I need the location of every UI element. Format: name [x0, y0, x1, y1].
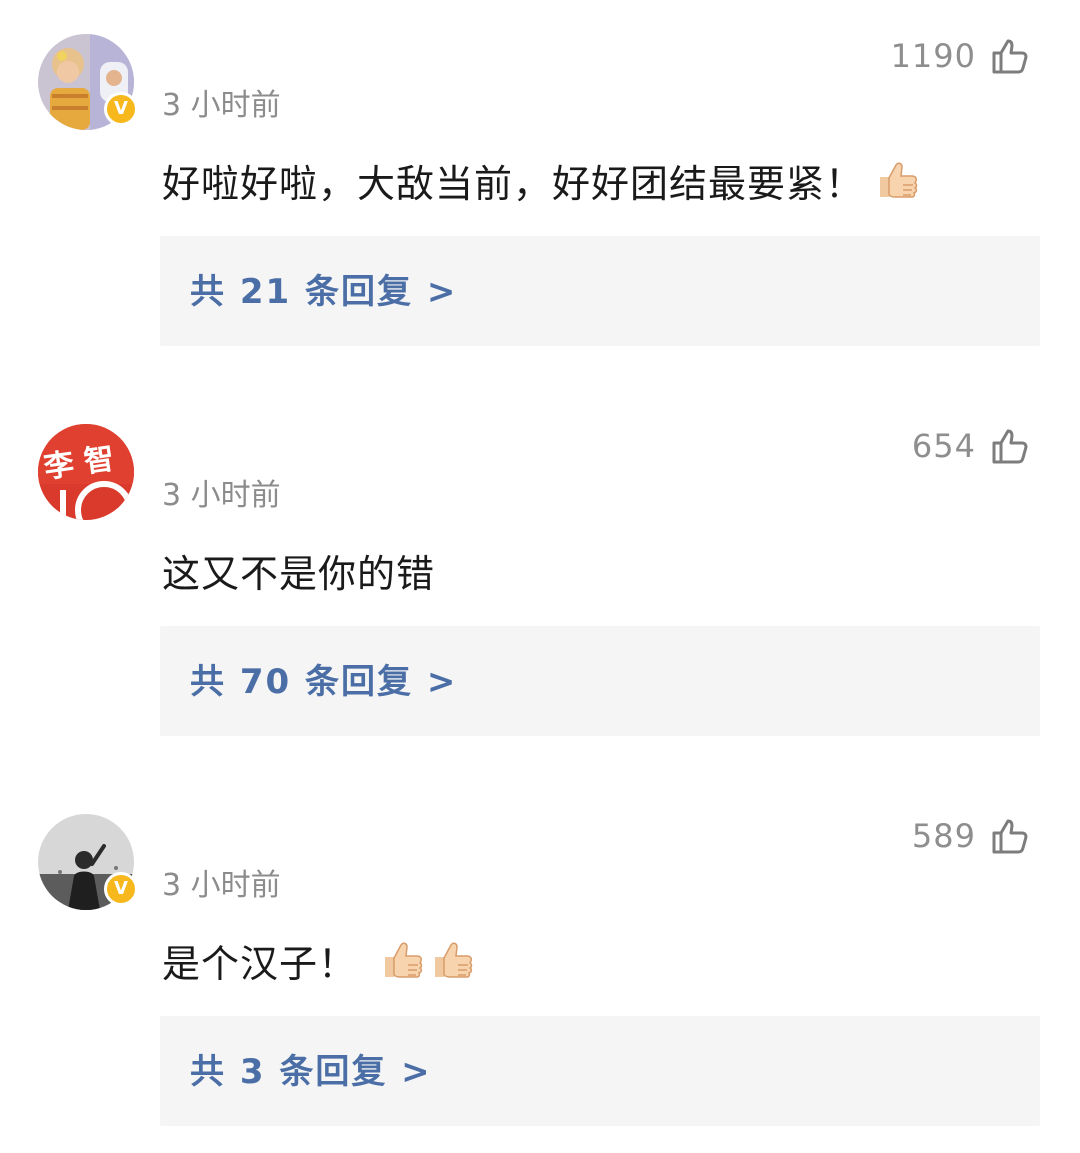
comment-body: 这又不是你的错 [162, 542, 435, 598]
reply-summary-box[interactable]: 共 70 条回复 > [160, 626, 1040, 736]
view-replies-link[interactable]: 共 70 条回复 > [190, 662, 457, 702]
like-button[interactable]: 589 [912, 814, 1030, 858]
like-button[interactable]: 654 [912, 424, 1030, 468]
comment-text: 好啦好啦，大敌当前，好好团结最要紧！ [162, 161, 865, 206]
thumbs-up-emoji-icon [429, 937, 475, 983]
view-replies-link[interactable]: 共 3 条回复 > [190, 1052, 432, 1092]
comment-text: 是个汉子！ [162, 941, 358, 986]
reply-summary-box[interactable]: 共 3 条回复 > [160, 1016, 1040, 1126]
thumbs-up-emoji-icon [379, 937, 425, 983]
comment-item: V 3 小时前 1190 好啦好啦，大敌当前，好好团结最要紧！ 共 21 条回复… [0, 0, 1080, 370]
comment-text: 这又不是你的错 [162, 551, 436, 596]
thumbs-up-outline-icon[interactable] [990, 426, 1030, 466]
comment-item: 李 智 3 小时前 654 这又不是你的错 共 70 条回复 > [0, 390, 1080, 760]
comment-body: 好啦好啦，大敌当前，好好团结最要紧！ [162, 152, 920, 208]
verified-badge-icon: V [104, 92, 138, 126]
comment-timestamp: 3 小时前 [162, 868, 281, 903]
like-count: 654 [911, 427, 976, 465]
thumbs-up-emoji-icon [874, 157, 920, 203]
thumbs-up-outline-icon[interactable] [990, 816, 1030, 856]
like-button[interactable]: 1190 [891, 34, 1030, 78]
like-count: 1190 [890, 37, 976, 75]
user-avatar[interactable]: 李 智 [38, 424, 134, 520]
comment-item: V 3 小时前 589 是个汉子！ 共 3 条回复 > [0, 780, 1080, 1150]
comment-timestamp: 3 小时前 [162, 478, 281, 513]
thumbs-up-outline-icon[interactable] [990, 36, 1030, 76]
view-replies-link[interactable]: 共 21 条回复 > [190, 272, 457, 312]
comment-body: 是个汉子！ [162, 932, 475, 988]
verified-badge-icon: V [104, 872, 138, 906]
reply-summary-box[interactable]: 共 21 条回复 > [160, 236, 1040, 346]
like-count: 589 [911, 817, 976, 855]
comment-timestamp: 3 小时前 [162, 88, 281, 123]
